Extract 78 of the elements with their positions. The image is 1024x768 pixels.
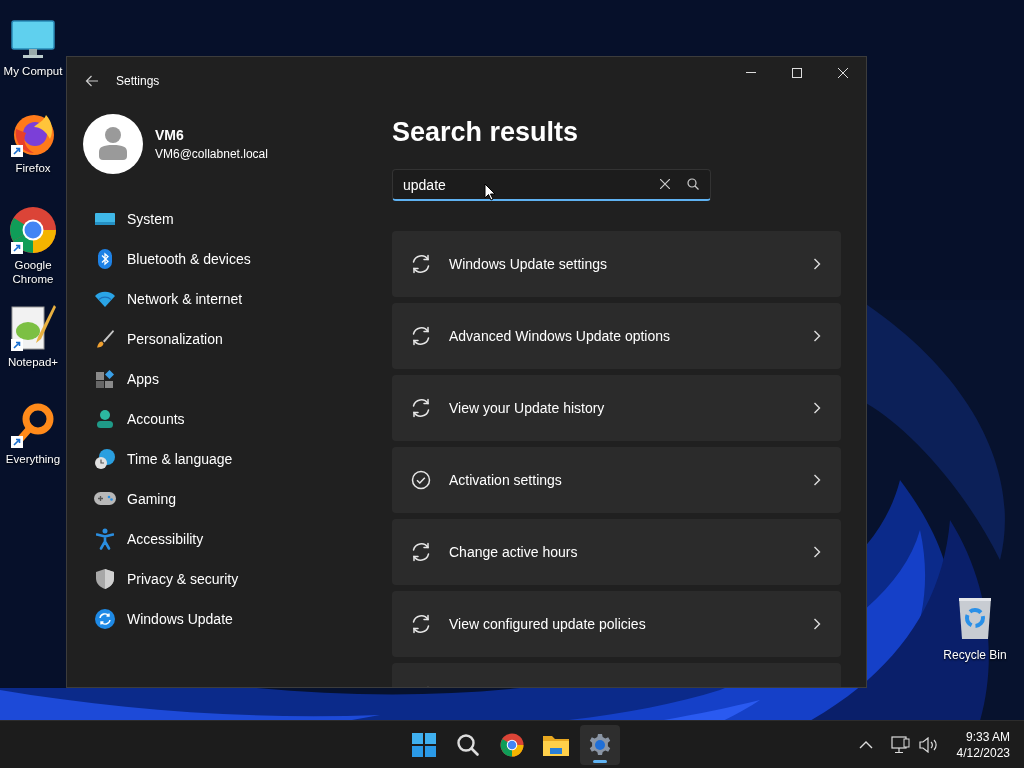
wifi-icon [95, 291, 115, 307]
desktop-icon-label[interactable]: Notepad+ [7, 355, 59, 369]
folder-icon [543, 733, 569, 756]
chevron-right-icon [813, 330, 821, 342]
sidebar-item[interactable]: Windows Update [83, 599, 391, 639]
back-arrow-icon [85, 75, 99, 87]
network-icon[interactable] [890, 735, 911, 754]
volume-icon[interactable] [918, 736, 939, 753]
chevron-right-icon [813, 618, 821, 630]
bluetooth-icon [97, 249, 113, 269]
shield-icon [96, 569, 114, 589]
shortcut-arrow-icon [11, 339, 23, 351]
sidebar-item[interactable]: Network & internet [83, 279, 391, 319]
globe-clock-icon [94, 448, 116, 470]
chrome-icon [500, 732, 524, 757]
minimize-icon [746, 72, 756, 74]
sync-icon [410, 397, 432, 419]
close-icon [838, 68, 848, 78]
mouse-pointer-icon [484, 183, 496, 201]
clock-time[interactable]: 9:33 AM [965, 728, 1010, 745]
notepad-icon [10, 303, 56, 351]
taskbar-button[interactable] [580, 724, 620, 765]
gamepad-icon [94, 491, 116, 507]
sidebar-item[interactable]: Privacy & security [83, 559, 391, 599]
accessibility-icon [96, 528, 114, 550]
sidebar-item[interactable]: Apps [83, 359, 391, 399]
monitor-icon [95, 211, 115, 227]
start-icon [412, 732, 436, 757]
check-circle-icon [410, 469, 432, 491]
search-result[interactable]: Change active hours [392, 519, 841, 585]
sidebar-item[interactable]: Accessibility [83, 519, 391, 559]
person-icon [95, 409, 115, 429]
chevron-up-icon[interactable] [858, 740, 873, 749]
clock-date[interactable]: 4/12/2023 [956, 744, 1010, 761]
sidebar-item[interactable]: Bluetooth & devices [83, 239, 391, 279]
sync-icon [410, 253, 432, 275]
clear-icon[interactable] [660, 179, 670, 189]
sync-icon [410, 541, 432, 563]
desktop-icon-label[interactable]: Firefox [2, 161, 64, 175]
chrome-icon [9, 206, 57, 254]
chevron-right-icon [813, 402, 821, 414]
sidebar-item[interactable]: Time & language [83, 439, 391, 479]
gear-icon [588, 732, 612, 757]
shortcut-arrow-icon [11, 145, 23, 157]
search-result[interactable]: Advanced Windows Update options [392, 303, 841, 369]
user-email: VM6@collabnet.local [155, 147, 268, 161]
sync-icon [410, 325, 432, 347]
search-result[interactable]: View your Update history [392, 375, 841, 441]
sidebar-item[interactable]: Gaming [83, 479, 391, 519]
desktop-icon-label[interactable]: Google Chrome [2, 258, 64, 286]
chevron-right-icon [813, 474, 821, 486]
maximize-icon [792, 68, 802, 78]
search-field[interactable]: update [392, 169, 711, 201]
sync-icon [410, 613, 432, 635]
shortcut-arrow-icon [11, 436, 23, 448]
shortcut-arrow-icon [11, 242, 23, 254]
user-name: VM6 [155, 127, 185, 143]
search-result[interactable]: Windows Update settings [392, 231, 841, 297]
avatar[interactable] [83, 114, 143, 174]
sidebar-item[interactable]: Accounts [83, 399, 391, 439]
window-title: Settings [116, 74, 160, 88]
search-result[interactable]: View configured update policies [392, 591, 841, 657]
search-icon[interactable] [687, 178, 699, 190]
sidebar-item[interactable]: System [83, 199, 391, 239]
search-icon [456, 732, 480, 757]
paintbrush-icon [95, 329, 115, 349]
apps-icon [95, 369, 115, 389]
search-result[interactable]: Activation settings [392, 447, 841, 513]
desktop-icon-label[interactable]: Everything [5, 452, 61, 466]
chevron-right-icon [813, 258, 821, 270]
active-indicator [593, 759, 607, 763]
person-silhouette-icon [98, 126, 128, 162]
desktop-icon-label[interactable]: My Comput [3, 64, 63, 78]
chevron-right-icon [813, 546, 821, 558]
page-heading: Search results [392, 116, 580, 149]
monitor-icon [11, 20, 55, 60]
sidebar-item[interactable]: Personalization [83, 319, 391, 359]
update-icon [95, 609, 115, 629]
